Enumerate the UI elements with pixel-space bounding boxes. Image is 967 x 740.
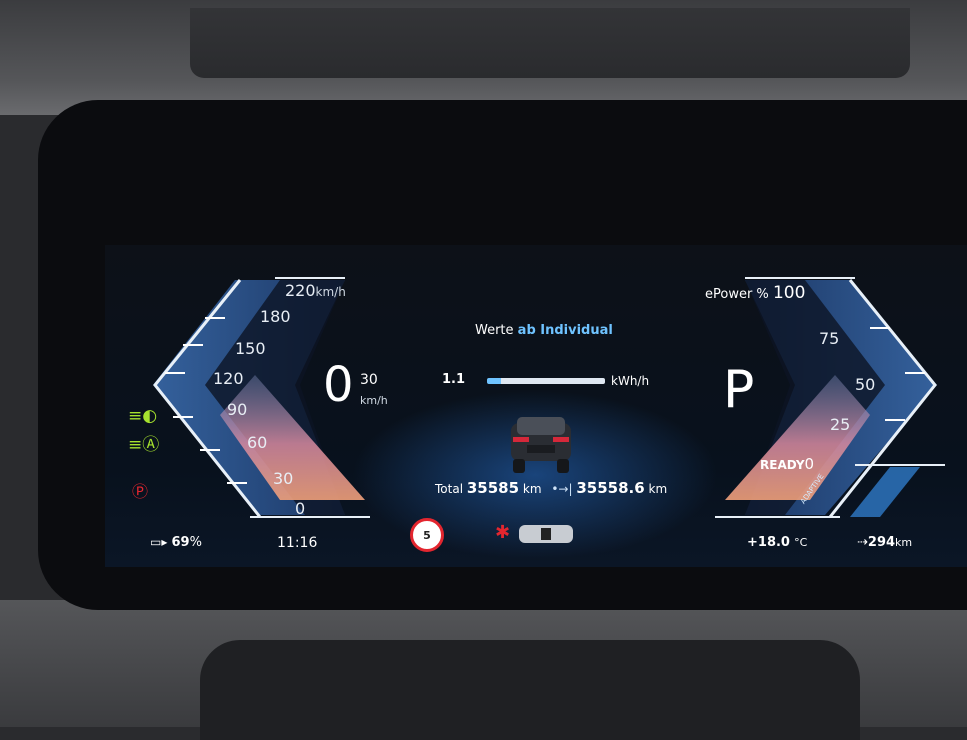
low-beam-icon: ≡◐ — [128, 406, 158, 426]
car-rear-icon — [503, 413, 579, 475]
battery-icon: ▭▸ — [150, 535, 168, 549]
odometer-row: Total 35585 km •→| 35558.6 km — [435, 479, 667, 497]
speed-tick-220: 220km/h — [285, 281, 346, 300]
total-unit: km — [522, 482, 542, 496]
speed-limit-setting: 30 — [360, 372, 378, 388]
seatbelt-warning-icon: ✱ — [495, 522, 511, 543]
consumption-bar — [487, 378, 605, 384]
header-prefix: Werte — [475, 323, 514, 338]
total-label: Total — [435, 482, 464, 496]
consumption-unit: kWh/h — [611, 374, 650, 388]
speed-tick-90: 90 — [227, 400, 248, 419]
header-mode: ab Individual — [517, 323, 613, 338]
clock: 11:16 — [277, 535, 318, 551]
trip-arrow-icon: •→| — [551, 482, 573, 496]
trip-value: 35558.6 — [576, 479, 645, 497]
outside-temperature: +18.0 °C — [747, 535, 808, 550]
power-tick-75: 75 — [819, 329, 840, 348]
range-icon: ⇢ — [857, 535, 868, 550]
current-speed: 0 — [323, 357, 354, 413]
speed-unit: km/h — [360, 394, 388, 407]
speed-tick-0: 0 — [295, 499, 306, 518]
speed-tick-30: 30 — [273, 469, 294, 488]
driving-mode-header: Werte ab Individual — [475, 323, 613, 338]
trip-unit: km — [648, 482, 668, 496]
consumption-value: 1.1 — [442, 372, 466, 387]
range-display: ⇢294km — [857, 535, 913, 550]
seat-occupancy-icon — [519, 525, 573, 543]
instrument-hood — [190, 8, 910, 78]
auto-high-beam-icon: ≡Ⓐ — [128, 435, 160, 455]
power-tick-50: 50 — [855, 375, 876, 394]
speed-tick-180: 180 — [260, 307, 291, 326]
speed-tick-150: 150 — [235, 339, 266, 358]
speed-limit-sign: 5 — [410, 518, 444, 552]
speed-tick-60: 60 — [247, 433, 268, 452]
speed-tick-120: 120 — [213, 369, 244, 388]
parking-brake-icon: Ⓟ — [132, 482, 149, 501]
power-tick-25: 25 — [830, 415, 851, 434]
epower-title: ePower % 100 — [705, 283, 806, 303]
steering-wheel — [200, 640, 860, 740]
ready-indicator: READY0 — [760, 455, 815, 473]
battery-status: ▭▸ 69% — [150, 535, 202, 550]
instrument-cluster-screen: 220km/h 180 150 120 90 60 30 0 0 30 km/h… — [105, 245, 967, 567]
total-value: 35585 — [466, 479, 520, 497]
